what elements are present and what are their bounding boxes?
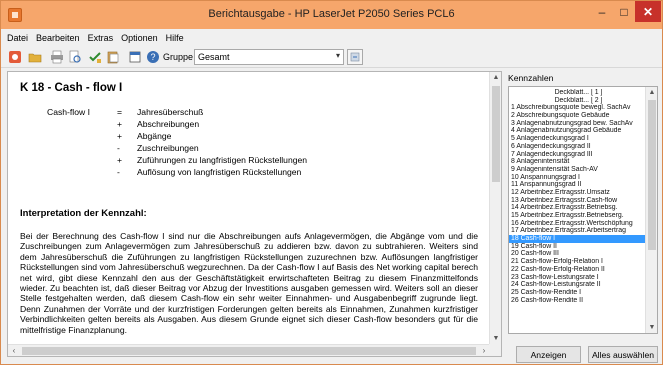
formula-term: Abgänge <box>137 131 172 141</box>
kennzahl-item[interactable]: 8 Anlagenintensität <box>509 158 646 166</box>
kennzahl-item[interactable]: 15 Arbeitnbez.Ertragsstr.Betriebserg. <box>509 212 646 220</box>
kennzahl-item[interactable]: 19 Cash-flow II <box>509 243 646 251</box>
window-title: Berichtausgabe - HP LaserJet P2050 Serie… <box>208 8 455 20</box>
kennzahl-item[interactable]: 17 Arbeitnbez.Ertragsstr.Arbeitsertrag <box>509 227 646 235</box>
kennzahl-item[interactable]: 22 Cash-flow-Erfolg-Relation II <box>509 266 646 274</box>
interpretation-heading: Interpretation der Kennzahl: <box>20 208 147 219</box>
print-preview-icon[interactable] <box>67 49 83 65</box>
kennzahl-item[interactable]: 3 Anlagenabnutzungsgrad bew. SachAv <box>509 120 646 128</box>
svg-text:?: ? <box>150 52 155 62</box>
menu-extras[interactable]: Extras <box>88 33 114 43</box>
formula-row: = Jahresüberschuß <box>117 107 203 117</box>
formula-operator: + <box>117 155 123 165</box>
scroll-up-icon[interactable]: ▲ <box>646 87 657 98</box>
formula-row: + Abgänge <box>117 131 171 141</box>
kennzahl-item[interactable]: 18 Cash-flow I <box>509 235 646 243</box>
kennzahl-item[interactable]: 25 Cash-flow-Rendite I <box>509 289 646 297</box>
kennzahl-item[interactable]: 7 Anlagendeckungsgrad III <box>509 151 646 159</box>
kennzahl-item[interactable]: 24 Cash-flow-Leistungsrate II <box>509 281 646 289</box>
formula-term: Zuführungen zu langfristigen Rückstellun… <box>137 155 308 165</box>
close-button[interactable]: ✕ <box>635 1 661 22</box>
formula-term: Zuschreibungen <box>137 143 199 153</box>
report-view[interactable]: K 18 - Cash - flow I Cash-flow I = Jahres… <box>7 71 502 357</box>
select-all-button[interactable]: Alles auswählen <box>588 346 658 363</box>
formula-term: Auflösung von langfristigen Rückstellung… <box>137 167 302 177</box>
formula-operator: + <box>117 119 123 129</box>
toolbar: ? Gruppe Gesamt ▾ <box>1 46 662 68</box>
scroll-thumb[interactable] <box>648 100 656 250</box>
formula-operator: - <box>117 167 120 177</box>
kennzahlen-items: Deckblatt... [ 1 ] Deckblatt... [ 2 ] 1 Ab… <box>509 89 646 304</box>
kennzahl-item[interactable]: 13 Arbeitnbez.Ertragsstr.Cash-flow <box>509 197 646 205</box>
kennzahl-item[interactable]: 16 Arbeitnbez.Ertragsstr.Wertschöpfung <box>509 220 646 228</box>
kennzahlen-label: Kennzahlen <box>508 73 554 83</box>
formula-operator: + <box>117 131 123 141</box>
kennzahl-item[interactable]: 9 Anlagenintensität Sach-AV <box>509 166 646 174</box>
report-title: K 18 - Cash - flow I <box>20 82 123 94</box>
title-bar[interactable]: Berichtausgabe - HP LaserJet P2050 Serie… <box>1 1 662 29</box>
kennzahl-item[interactable]: 11 Anspannungsgrad II <box>509 181 646 189</box>
report-page: K 18 - Cash - flow I Cash-flow I = Jahres… <box>8 72 490 345</box>
chevron-down-icon: ▾ <box>335 51 340 60</box>
report-window: Berichtausgabe - HP LaserJet P2050 Serie… <box>0 0 663 365</box>
kennzahl-item[interactable]: 2 Abschreibungsquote Gebäude <box>509 112 646 120</box>
kennzahlen-list[interactable]: Deckblatt... [ 1 ] Deckblatt... [ 2 ] 1 Ab… <box>508 86 658 334</box>
interpretation-text: Bei der Berechnung des Cash-flow I sind … <box>20 231 478 335</box>
menu-datei[interactable]: Datei <box>7 33 28 43</box>
group-select-value: Gesamt <box>198 52 230 62</box>
scroll-thumb[interactable] <box>22 347 476 355</box>
show-button[interactable]: Anzeigen <box>516 346 581 363</box>
page-setup-icon[interactable] <box>127 49 143 65</box>
kennzahl-item[interactable]: 6 Anlagendeckungsgrad II <box>509 143 646 151</box>
scroll-thumb[interactable] <box>492 86 500 182</box>
formula-row: - Zuschreibungen <box>117 143 199 153</box>
menu-hilfe[interactable]: Hilfe <box>166 33 184 43</box>
group-select[interactable]: Gesamt ▾ <box>194 49 344 65</box>
kennzahl-item[interactable]: 4 Anlagenabnutzungsgrad Gebäude <box>509 127 646 135</box>
clipboard-icon[interactable] <box>105 49 121 65</box>
scroll-down-icon[interactable]: ▼ <box>646 322 657 333</box>
formula-label: Cash-flow I <box>47 107 90 117</box>
formula-term: Jahresüberschuß <box>137 107 204 117</box>
kennzahl-item[interactable]: 14 Arbeitnbez.Ertragsstr.Betriebsg. <box>509 204 646 212</box>
menu-bearbeiten[interactable]: Bearbeiten <box>36 33 80 43</box>
open-folder-icon[interactable] <box>27 49 43 65</box>
kennzahl-item[interactable]: Deckblatt... [ 1 ] <box>509 89 646 97</box>
check-icon[interactable] <box>87 49 103 65</box>
scroll-up-icon[interactable]: ▲ <box>490 72 501 84</box>
kennzahl-item[interactable]: 26 Cash-flow-Rendite II <box>509 297 646 305</box>
kennzahl-item[interactable]: 1 Abschreibungsquote bewegl. SachAv <box>509 104 646 112</box>
report-horizontal-scrollbar[interactable]: ‹ › <box>8 344 490 356</box>
menu-bar: Datei Bearbeiten Extras Optionen Hilfe <box>1 29 662 46</box>
group-picker-button[interactable] <box>347 49 363 65</box>
formula-block: Cash-flow I = Jahresüberschuß + Abschreibu… <box>20 107 478 195</box>
kennzahl-item[interactable]: 5 Anlagendeckungsgrad I <box>509 135 646 143</box>
kennzahl-item[interactable]: Deckblatt... [ 2 ] <box>509 97 646 105</box>
kennzahl-item[interactable]: 20 Cash-flow III <box>509 250 646 258</box>
kennzahl-item[interactable]: 10 Anspannungsgrad I <box>509 174 646 182</box>
scroll-corner <box>489 344 501 356</box>
kennzahl-item[interactable]: 12 Arbeitnbez.Ertragsstr.Umsatz <box>509 189 646 197</box>
kennzahlen-scrollbar[interactable]: ▲ ▼ <box>645 87 657 333</box>
formula-row: + Abschreibungen <box>117 119 199 129</box>
help-icon[interactable]: ? <box>145 49 161 65</box>
scroll-left-icon[interactable]: ‹ <box>8 345 20 356</box>
print-icon[interactable] <box>49 49 65 65</box>
formula-operator: = <box>117 107 123 117</box>
menu-optionen[interactable]: Optionen <box>121 33 158 43</box>
formula-row: - Auflösung von langfristigen Rückstellun… <box>117 167 301 177</box>
formula-operator: - <box>117 143 120 153</box>
minimize-button[interactable]: – <box>591 1 613 22</box>
kennzahl-item[interactable]: 21 Cash-flow-Erfolg-Relation I <box>509 258 646 266</box>
close-report-icon[interactable] <box>7 49 23 65</box>
maximize-button[interactable]: □ <box>613 1 635 22</box>
group-label: Gruppe <box>163 52 194 62</box>
formula-term: Abschreibungen <box>137 119 200 129</box>
kennzahl-item[interactable]: 23 Cash-flow-Leistungsrate I <box>509 274 646 282</box>
formula-row: + Zuführungen zu langfristigen Rückstellu… <box>117 155 307 165</box>
report-vertical-scrollbar[interactable]: ▲ ▼ <box>489 72 501 345</box>
